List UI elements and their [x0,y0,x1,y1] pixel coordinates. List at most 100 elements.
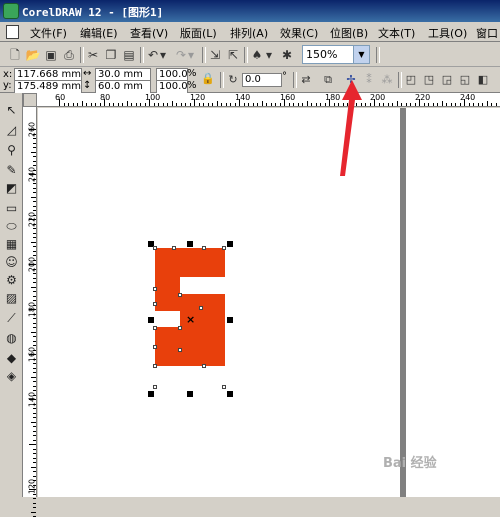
zoom-level-select[interactable]: 150% ▼ [302,45,370,64]
page-border-shadow [400,108,406,497]
menu-layout[interactable]: 版面(L) [180,25,217,41]
shape-node[interactable] [178,348,182,352]
selection-handle[interactable] [227,317,233,323]
ruler-tick [33,363,36,364]
vertical-ruler[interactable]: 260 240 220 200 180 160 140 120 [23,107,37,517]
shape-node[interactable] [153,246,157,250]
shape-node[interactable] [222,246,226,250]
menu-effects[interactable]: 效果(C) [280,25,318,41]
selection-handle[interactable] [187,241,193,247]
shape-node[interactable] [178,326,182,330]
fill-tool-icon[interactable]: ◆ [2,349,21,367]
y-position-field[interactable]: 175.489 mm [14,80,82,94]
shape-node[interactable] [222,385,226,389]
shape-node[interactable] [153,385,157,389]
ruler-tick [108,103,110,106]
redo-dropdown-icon[interactable]: ▾ [186,46,196,64]
back-minus-front-icon[interactable]: ◧ [475,72,491,88]
basic-shapes-tool-icon[interactable]: ☺ [2,253,21,271]
document-icon[interactable] [6,25,19,39]
ruler-tick [33,210,36,211]
pick-tool-icon[interactable]: ↖ [2,101,21,119]
shape-node[interactable] [153,302,157,306]
paste-icon[interactable]: ▤ [120,46,138,64]
weld-icon[interactable]: ◰ [403,72,419,88]
menu-bitmaps[interactable]: 位图(B) [330,25,368,41]
menu-view[interactable]: 查看(V) [130,25,168,41]
polygon-tool-icon[interactable]: ▦ [2,235,21,253]
height-field[interactable]: 60.0 mm [95,80,151,94]
import-icon[interactable]: ⇲ [206,46,224,64]
interactive-blend-tool-icon[interactable]: ▨ [2,289,21,307]
new-document-icon[interactable]: 🗋 [6,46,24,64]
ruler-tick [33,430,36,432]
undo-dropdown-icon[interactable]: ▾ [158,46,168,64]
shape-node[interactable] [153,364,157,368]
ruler-tick [33,484,36,486]
ruler-tick [29,219,36,220]
corel-online-icon[interactable]: ✱ [278,46,296,64]
menu-edit[interactable]: 编辑(E) [80,25,118,41]
shape-node[interactable] [202,246,206,250]
menu-tools[interactable]: 工具(O) [428,25,467,41]
ruler-label: 60 [55,93,66,102]
text-tool-icon[interactable]: ⚙ [2,271,21,289]
menu-text[interactable]: 文本(T) [378,25,415,41]
lock-ratio-icon[interactable]: 🔒 [200,71,216,87]
menu-file[interactable]: 文件(F) [30,25,67,41]
ruler-tick [33,201,36,202]
shape-five-lower[interactable] [155,346,225,366]
ruler-tick [464,99,465,106]
zoom-tool-icon[interactable]: ⚲ [2,141,21,159]
ruler-corner[interactable] [23,93,37,107]
selection-handle[interactable] [187,391,193,397]
selection-handle[interactable] [227,391,233,397]
selection-handle[interactable] [148,317,154,323]
drawing-canvas[interactable] [38,108,500,497]
cut-icon[interactable]: ✂ [84,46,102,64]
selection-handle[interactable] [148,391,154,397]
horizontal-ruler[interactable]: 60 80 100 120 140 160 180 200 220 240 [37,93,500,107]
rectangle-tool-icon[interactable]: ▭ [2,199,21,217]
export-icon[interactable]: ⇱ [224,46,242,64]
rotation-field[interactable]: 0.0 [242,73,282,87]
shape-node[interactable] [178,293,182,297]
mirror-icon[interactable]: ⇄ [298,72,314,88]
freehand-tool-icon[interactable]: ✎ [2,161,21,179]
smart-fill-tool-icon[interactable]: ◩ [2,179,21,197]
arrow-shape [340,80,362,176]
launcher-dropdown-icon[interactable]: ▾ [264,46,274,64]
menu-window[interactable]: 窗口 [476,25,498,41]
save-icon[interactable]: ▣ [42,46,60,64]
shape-five-mid[interactable] [201,294,225,346]
ruler-label: 100 [145,93,161,102]
ellipse-tool-icon[interactable]: ⬭ [2,217,21,235]
shape-tool-icon[interactable]: ◿ [2,121,21,139]
shape-node[interactable] [172,246,176,250]
eyedropper-tool-icon[interactable]: ⟋ [2,309,21,327]
print-icon[interactable]: ⎙ [60,46,78,64]
ruler-tick [59,99,60,106]
shape-node[interactable] [199,306,203,310]
center-marker-icon[interactable]: × [186,313,195,326]
shape-node[interactable] [153,287,157,291]
open-icon[interactable]: 📂 [24,46,42,64]
simplify-icon[interactable]: ◱ [457,72,473,88]
menu-arrange[interactable]: 排列(A) [230,25,268,41]
selection-handle[interactable] [227,241,233,247]
outline-tool-icon[interactable]: ◍ [2,329,21,347]
scale-y-field[interactable]: 100.0 [156,80,188,94]
degree-label: ° [282,71,287,82]
copy-icon[interactable]: ❐ [102,46,120,64]
ruler-tick [432,103,434,106]
interactive-fill-tool-icon[interactable]: ◈ [2,367,21,385]
shape-node[interactable] [153,345,157,349]
break-apart-icon[interactable]: ⁂ [379,72,395,88]
ruler-tick [33,295,36,297]
intersect-icon[interactable]: ◲ [439,72,455,88]
shape-node[interactable] [153,326,157,330]
shape-node[interactable] [202,364,206,368]
ruler-tick [29,354,36,355]
chevron-down-icon[interactable]: ▼ [353,46,369,63]
trim-icon[interactable]: ◳ [421,72,437,88]
